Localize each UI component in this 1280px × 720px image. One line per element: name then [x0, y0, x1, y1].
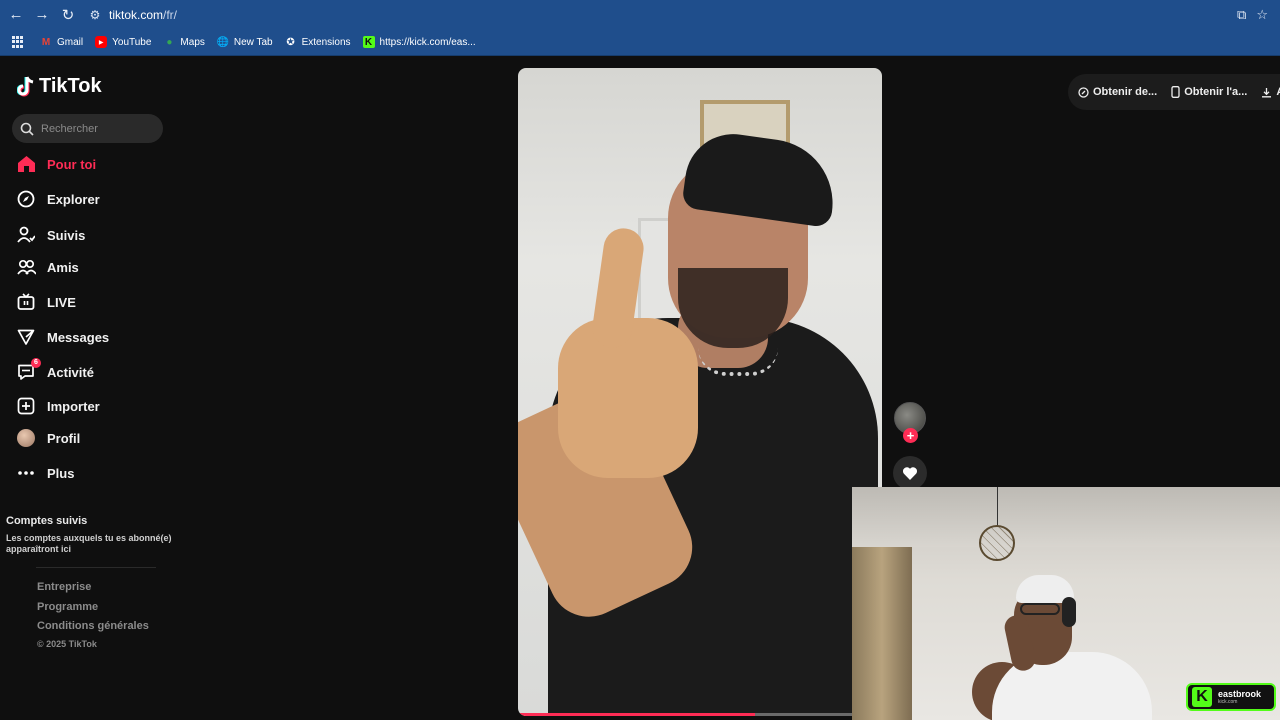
- menu-item-importer[interactable]: Importer: [16, 394, 100, 418]
- reload-button[interactable]: ↻: [55, 2, 81, 28]
- browser-toolbar: ← → ↻ ⚙ tiktok.com/fr/ ⧉ ☆: [0, 0, 1280, 29]
- site-settings-icon[interactable]: ⚙: [85, 8, 105, 22]
- install-app-icon[interactable]: ⧉: [1237, 7, 1246, 23]
- tiktok-note-icon: [17, 76, 34, 96]
- compass-icon: [16, 189, 36, 209]
- messages-icon: [16, 327, 36, 347]
- video-player[interactable]: [518, 68, 882, 716]
- menu-item-live[interactable]: LIVE: [16, 290, 76, 314]
- footer-link-entreprise[interactable]: Entreprise: [37, 581, 91, 593]
- puzzle-icon: ✪: [286, 36, 295, 48]
- following-icon: [16, 225, 36, 245]
- profile-avatar-wrap: [16, 428, 36, 448]
- friends-icon: [16, 257, 36, 277]
- webcam-ceiling: [852, 487, 1280, 547]
- upload-icon: [16, 396, 36, 416]
- webcam-curtain: [852, 547, 912, 720]
- menu-item-pour-toi[interactable]: Pour toi: [16, 152, 96, 176]
- get-coins-button[interactable]: Obtenir de...: [1078, 86, 1157, 98]
- maps-icon: ●: [166, 36, 173, 48]
- bookmark-kick[interactable]: K https://kick.com/eas...: [362, 36, 476, 48]
- live-icon: [16, 292, 36, 312]
- sidebar-divider: [36, 567, 156, 568]
- activity-icon: 6: [16, 358, 41, 382]
- streamer-glasses: [1020, 603, 1060, 615]
- streamer-headset: [1062, 597, 1076, 627]
- bookmark-gmail[interactable]: M Gmail: [40, 36, 83, 48]
- bookmark-new-tab[interactable]: 🌐 New Tab: [217, 36, 273, 48]
- video-progress-bar[interactable]: [518, 713, 882, 716]
- footer-link-programme[interactable]: Programme: [37, 601, 98, 613]
- tiktok-logo[interactable]: TikTok: [17, 75, 102, 98]
- menu-item-messages[interactable]: Messages: [16, 325, 109, 349]
- forward-button[interactable]: →: [29, 2, 55, 28]
- tiktok-sidebar: TikTok Pour toi Explorer Suivis: [0, 57, 180, 720]
- footer-link-conditions[interactable]: Conditions générales: [37, 620, 149, 632]
- kick-channel-sub: kick.com: [1218, 698, 1238, 705]
- coin-icon: [1078, 86, 1089, 98]
- globe-icon: 🌐: [216, 36, 230, 48]
- menu-item-explorer[interactable]: Explorer: [16, 187, 100, 211]
- bookmark-extensions[interactable]: ✪ Extensions: [285, 36, 350, 48]
- kick-channel-name: eastbrook: [1218, 688, 1262, 699]
- bookmark-star-icon[interactable]: ☆: [1256, 7, 1268, 23]
- search-box[interactable]: [12, 114, 163, 143]
- gmail-icon: M: [41, 36, 51, 48]
- bookmark-maps[interactable]: ● Maps: [163, 36, 204, 48]
- activity-badge: 6: [31, 358, 41, 368]
- menu-item-amis[interactable]: Amis: [16, 255, 79, 279]
- get-app-button[interactable]: Obtenir l'a...: [1171, 86, 1247, 98]
- apps-grid-icon[interactable]: [12, 36, 24, 48]
- kick-channel-badge: K eastbrook kick.com: [1186, 683, 1276, 711]
- kick-icon: K: [362, 36, 375, 48]
- creator-fist: [558, 318, 698, 478]
- back-button[interactable]: ←: [3, 2, 29, 28]
- download-icon: [1262, 87, 1272, 97]
- followed-accounts-desc: Les comptes auxquels tu es abonné(e) app…: [6, 533, 172, 554]
- bookmark-youtube[interactable]: ▶ YouTube: [95, 36, 151, 48]
- heart-icon: [902, 466, 918, 480]
- more-icon: [16, 463, 36, 483]
- top-actions-bar: Obtenir de... Obtenir l'a... Ap: [1068, 74, 1280, 110]
- menu-item-activite[interactable]: 6 Activité: [16, 358, 94, 384]
- bookmarks-bar: M Gmail ▶ YouTube ● Maps 🌐 New Tab ✪ Ext…: [0, 29, 1280, 56]
- profile-avatar: [17, 429, 35, 447]
- followed-accounts-title: Comptes suivis: [6, 515, 88, 527]
- video-progress-fill: [518, 713, 755, 716]
- youtube-icon: ▶: [95, 36, 108, 48]
- app-download-button[interactable]: Ap: [1261, 86, 1280, 98]
- search-input[interactable]: [41, 122, 151, 135]
- copyright: © 2025 TikTok: [37, 639, 97, 649]
- like-button[interactable]: [893, 456, 927, 490]
- phone-icon: [1171, 86, 1180, 98]
- address-bar[interactable]: ⚙ tiktok.com/fr/: [85, 3, 1215, 27]
- webcam-lamp-cord: [997, 487, 998, 527]
- search-icon: [20, 122, 34, 136]
- home-icon: [16, 154, 36, 174]
- menu-item-suivis[interactable]: Suivis: [16, 223, 85, 247]
- menu-item-plus[interactable]: Plus: [16, 461, 74, 485]
- menu-item-profil[interactable]: Profil: [16, 426, 80, 450]
- follow-plus-button[interactable]: +: [903, 428, 918, 443]
- kick-logo-icon: K: [1192, 687, 1212, 707]
- url-text: tiktok.com/fr/: [109, 7, 178, 22]
- webcam-lamp: [979, 525, 1015, 561]
